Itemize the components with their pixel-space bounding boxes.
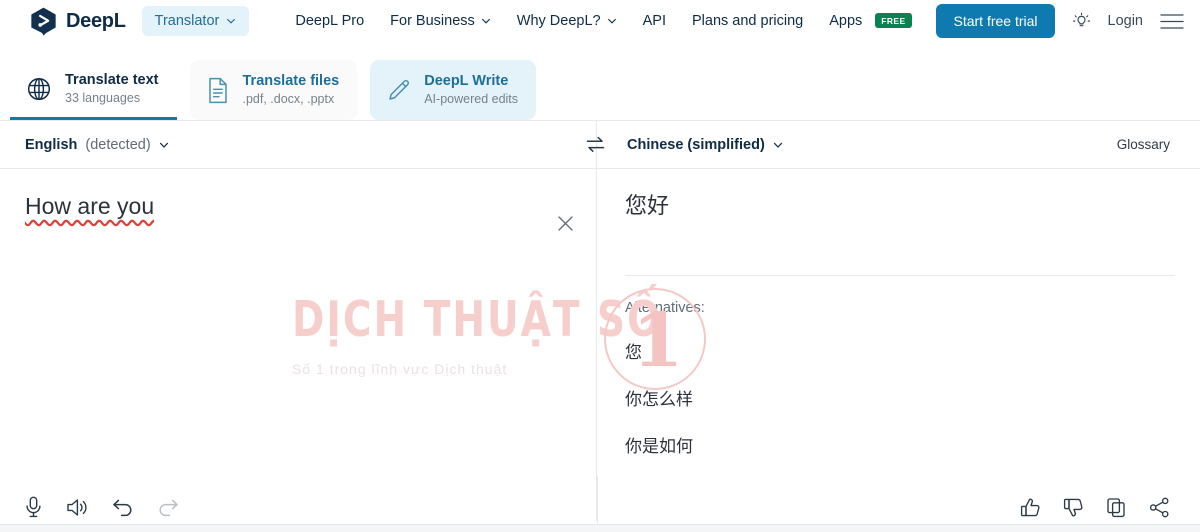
hamburger-menu-icon[interactable]	[1160, 13, 1184, 30]
brand-name: DeepL	[66, 9, 126, 32]
chevron-down-icon	[159, 142, 168, 148]
nav-right-group: Start free trial Login	[936, 4, 1184, 38]
nav-links: DeepL Pro For Business Why DeepL? API Pl…	[295, 12, 912, 29]
nav-link-why-deepl[interactable]: Why DeepL?	[517, 13, 617, 29]
nav-link-deepl-pro[interactable]: DeepL Pro	[295, 13, 364, 29]
start-free-trial-button[interactable]: Start free trial	[936, 4, 1055, 38]
copy-icon[interactable]	[1106, 497, 1127, 518]
nav-link-api[interactable]: API	[643, 13, 666, 29]
tab-translate-text[interactable]: Translate text 33 languages	[10, 60, 177, 120]
product-selector-label: Translator	[154, 13, 220, 29]
chevron-down-icon	[773, 142, 782, 148]
tab-subtitle: 33 languages	[65, 90, 141, 105]
nav-link-label: API	[642, 13, 666, 29]
alternative-item[interactable]: 你怎么样	[625, 385, 693, 410]
redo-icon[interactable]	[157, 497, 179, 517]
source-text-panel: How are you	[0, 169, 597, 521]
clear-source-text-icon[interactable]	[552, 210, 578, 236]
language-selection-bar: English (detected) Chinese (simplified)	[0, 120, 1200, 169]
source-language-selector[interactable]: English (detected)	[25, 137, 169, 153]
tab-title: Translate text	[65, 71, 159, 88]
source-language-name: English	[25, 136, 78, 153]
target-language-selector[interactable]: Chinese (simplified)	[627, 137, 783, 153]
alternatives-label: Alternatives:	[625, 300, 705, 316]
target-language-name: Chinese (simplified)	[627, 136, 765, 153]
free-badge: FREE	[875, 12, 912, 28]
source-text-input[interactable]: How are you	[25, 191, 154, 222]
pencil-icon	[389, 79, 410, 100]
target-language-area: Chinese (simplified) Glossary	[586, 121, 1200, 168]
footer-strip	[0, 524, 1200, 532]
deepl-hexagon-logo-icon	[31, 7, 56, 36]
speaker-icon[interactable]	[66, 497, 89, 518]
source-tools	[24, 496, 179, 518]
microphone-icon[interactable]	[24, 496, 43, 518]
share-icon[interactable]	[1149, 497, 1170, 518]
deepl-translator-page: DeepL Translator DeepL Pro For Business …	[0, 0, 1200, 532]
target-text-panel: 您好 Alternatives: 您 你怎么样 你是如何	[597, 169, 1200, 521]
product-selector-translator[interactable]: Translator	[141, 6, 250, 36]
chevron-down-icon	[607, 18, 616, 24]
nav-link-label: Plans and pricing	[691, 13, 804, 29]
nav-link-label: DeepL Pro	[295, 13, 365, 29]
chevron-down-icon	[481, 18, 490, 24]
brand-logo[interactable]: DeepL	[30, 7, 126, 36]
alternatives-list: 您 你怎么样 你是如何	[625, 316, 1175, 457]
mode-tab-bar: Translate text 33 languages Translate fi…	[0, 42, 1200, 120]
nav-link-label: Why DeepL?	[516, 13, 601, 29]
theme-lightbulb-icon[interactable]	[1072, 12, 1091, 31]
nav-link-label: For Business	[390, 13, 475, 29]
document-icon	[208, 77, 227, 103]
target-tools	[1020, 497, 1170, 518]
tab-title: Translate files	[242, 73, 340, 90]
alternative-item[interactable]: 您	[625, 338, 642, 363]
thumbs-down-icon[interactable]	[1063, 497, 1084, 518]
source-language-detected-note: (detected)	[85, 136, 151, 153]
nav-link-plans-and-pricing[interactable]: Plans and pricing	[692, 13, 803, 29]
nav-link-apps[interactable]: Apps FREE	[829, 12, 912, 29]
tab-subtitle: AI-powered edits	[424, 92, 519, 107]
globe-icon	[27, 77, 51, 100]
panel-divider	[597, 476, 598, 524]
swap-languages-icon[interactable]	[585, 135, 606, 154]
tab-title: DeepL Write	[424, 73, 509, 90]
source-language-area: English (detected)	[0, 121, 597, 168]
undo-icon[interactable]	[112, 497, 134, 517]
alternatives-divider	[625, 275, 1175, 276]
translation-panels: How are you 您好 Alternatives: 您 你怎么样 你是如何	[0, 169, 1200, 521]
chevron-down-icon	[227, 18, 236, 24]
tab-subtitle: .pdf, .docx, .pptx	[242, 92, 335, 107]
tab-translate-files[interactable]: Translate files .pdf, .docx, .pptx	[189, 60, 358, 120]
bottom-toolbars	[0, 476, 1200, 532]
tab-deepl-write[interactable]: DeepL Write AI-powered edits	[370, 60, 537, 120]
glossary-button[interactable]: Glossary	[1107, 131, 1180, 158]
alternative-item[interactable]: 你是如何	[625, 432, 693, 457]
translation-output[interactable]: 您好	[625, 191, 1175, 237]
top-navigation-bar: DeepL Translator DeepL Pro For Business …	[0, 0, 1200, 42]
login-link[interactable]: Login	[1108, 13, 1143, 29]
nav-link-label: Apps	[829, 13, 863, 29]
thumbs-up-icon[interactable]	[1020, 497, 1041, 518]
nav-link-for-business[interactable]: For Business	[390, 13, 491, 29]
